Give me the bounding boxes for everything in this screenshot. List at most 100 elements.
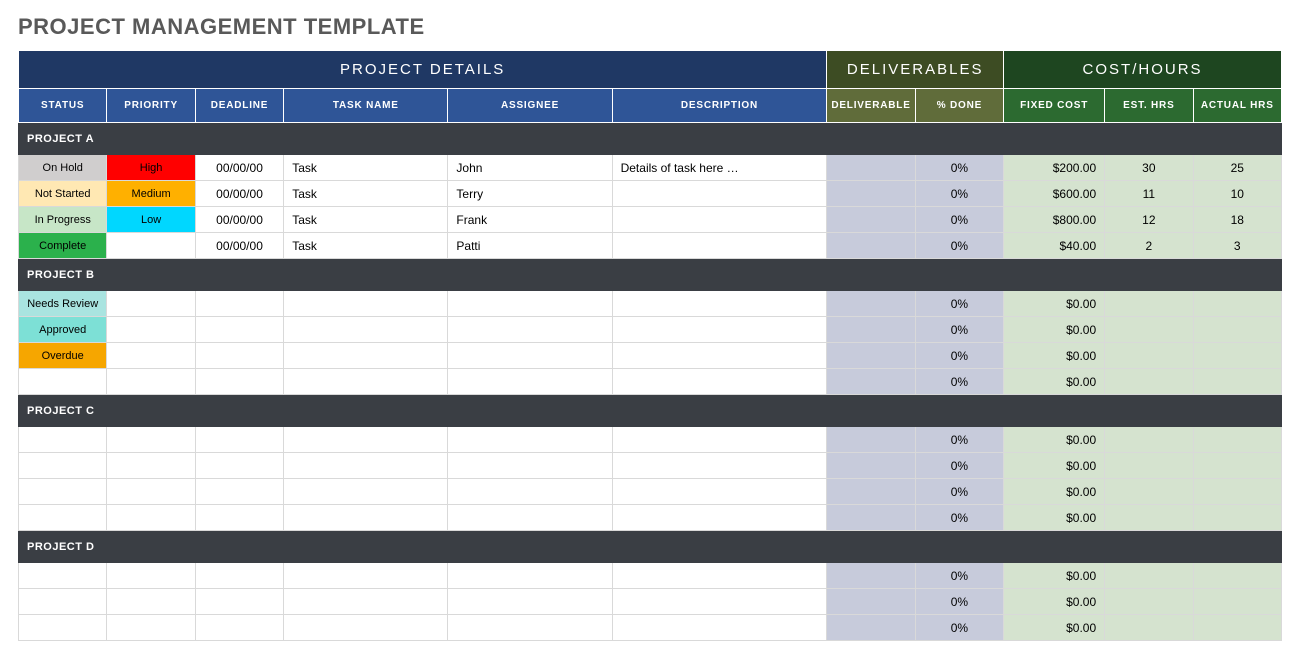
assignee-cell[interactable]	[448, 343, 612, 369]
assignee-cell[interactable]: John	[448, 155, 612, 181]
desc-cell[interactable]	[612, 181, 827, 207]
act-hrs-cell[interactable]	[1193, 563, 1281, 589]
deliverable-cell[interactable]	[827, 369, 915, 395]
done-cell[interactable]: 0%	[915, 343, 1003, 369]
desc-cell[interactable]	[612, 369, 827, 395]
cost-cell[interactable]: $0.00	[1004, 291, 1105, 317]
prio-cell[interactable]	[107, 233, 195, 259]
prio-cell[interactable]	[107, 291, 195, 317]
desc-cell[interactable]	[612, 615, 827, 641]
prio-cell[interactable]	[107, 317, 195, 343]
desc-cell[interactable]	[612, 291, 827, 317]
status-cell[interactable]	[19, 505, 107, 531]
cost-cell[interactable]: $600.00	[1004, 181, 1105, 207]
status-cell[interactable]	[19, 369, 107, 395]
done-cell[interactable]: 0%	[915, 505, 1003, 531]
est-hrs-cell[interactable]	[1105, 563, 1193, 589]
assignee-cell[interactable]	[448, 317, 612, 343]
desc-cell[interactable]	[612, 453, 827, 479]
deliverable-cell[interactable]	[827, 589, 915, 615]
desc-cell[interactable]	[612, 427, 827, 453]
assignee-cell[interactable]: Terry	[448, 181, 612, 207]
prio-cell[interactable]	[107, 427, 195, 453]
prio-cell[interactable]: High	[107, 155, 195, 181]
act-hrs-cell[interactable]	[1193, 291, 1281, 317]
cost-cell[interactable]: $200.00	[1004, 155, 1105, 181]
est-hrs-cell[interactable]: 30	[1105, 155, 1193, 181]
cost-cell[interactable]: $800.00	[1004, 207, 1105, 233]
deliverable-cell[interactable]	[827, 343, 915, 369]
est-hrs-cell[interactable]	[1105, 589, 1193, 615]
est-hrs-cell[interactable]	[1105, 317, 1193, 343]
assignee-cell[interactable]	[448, 453, 612, 479]
assignee-cell[interactable]	[448, 505, 612, 531]
est-hrs-cell[interactable]: 12	[1105, 207, 1193, 233]
task-cell[interactable]	[284, 453, 448, 479]
done-cell[interactable]: 0%	[915, 589, 1003, 615]
task-cell[interactable]	[284, 343, 448, 369]
task-cell[interactable]: Task	[284, 181, 448, 207]
task-cell[interactable]	[284, 589, 448, 615]
deliverable-cell[interactable]	[827, 505, 915, 531]
act-hrs-cell[interactable]	[1193, 479, 1281, 505]
prio-cell[interactable]	[107, 563, 195, 589]
est-hrs-cell[interactable]	[1105, 453, 1193, 479]
prio-cell[interactable]	[107, 479, 195, 505]
task-cell[interactable]	[284, 291, 448, 317]
status-cell[interactable]	[19, 589, 107, 615]
done-cell[interactable]: 0%	[915, 615, 1003, 641]
prio-cell[interactable]	[107, 615, 195, 641]
cost-cell[interactable]: $0.00	[1004, 369, 1105, 395]
deadline-cell[interactable]	[195, 479, 283, 505]
done-cell[interactable]: 0%	[915, 453, 1003, 479]
done-cell[interactable]: 0%	[915, 207, 1003, 233]
status-cell[interactable]: Overdue	[19, 343, 107, 369]
desc-cell[interactable]	[612, 563, 827, 589]
prio-cell[interactable]	[107, 369, 195, 395]
status-cell[interactable]: Approved	[19, 317, 107, 343]
deliverable-cell[interactable]	[827, 155, 915, 181]
desc-cell[interactable]	[612, 233, 827, 259]
est-hrs-cell[interactable]	[1105, 615, 1193, 641]
task-cell[interactable]	[284, 563, 448, 589]
deliverable-cell[interactable]	[827, 427, 915, 453]
est-hrs-cell[interactable]	[1105, 505, 1193, 531]
status-cell[interactable]	[19, 615, 107, 641]
assignee-cell[interactable]	[448, 615, 612, 641]
task-cell[interactable]: Task	[284, 207, 448, 233]
deliverable-cell[interactable]	[827, 207, 915, 233]
done-cell[interactable]: 0%	[915, 427, 1003, 453]
deadline-cell[interactable]	[195, 453, 283, 479]
cost-cell[interactable]: $0.00	[1004, 615, 1105, 641]
deadline-cell[interactable]	[195, 317, 283, 343]
status-cell[interactable]: On Hold	[19, 155, 107, 181]
task-cell[interactable]	[284, 317, 448, 343]
deadline-cell[interactable]	[195, 505, 283, 531]
assignee-cell[interactable]	[448, 563, 612, 589]
act-hrs-cell[interactable]	[1193, 427, 1281, 453]
desc-cell[interactable]: Details of task here …	[612, 155, 827, 181]
status-cell[interactable]	[19, 427, 107, 453]
status-cell[interactable]: Not Started	[19, 181, 107, 207]
act-hrs-cell[interactable]: 18	[1193, 207, 1281, 233]
desc-cell[interactable]	[612, 343, 827, 369]
task-cell[interactable]	[284, 615, 448, 641]
assignee-cell[interactable]	[448, 479, 612, 505]
assignee-cell[interactable]: Patti	[448, 233, 612, 259]
deadline-cell[interactable]	[195, 615, 283, 641]
cost-cell[interactable]: $0.00	[1004, 479, 1105, 505]
est-hrs-cell[interactable]	[1105, 427, 1193, 453]
status-cell[interactable]: Complete	[19, 233, 107, 259]
task-cell[interactable]: Task	[284, 155, 448, 181]
deliverable-cell[interactable]	[827, 291, 915, 317]
done-cell[interactable]: 0%	[915, 563, 1003, 589]
done-cell[interactable]: 0%	[915, 233, 1003, 259]
desc-cell[interactable]	[612, 317, 827, 343]
prio-cell[interactable]: Medium	[107, 181, 195, 207]
desc-cell[interactable]	[612, 207, 827, 233]
deadline-cell[interactable]	[195, 563, 283, 589]
cost-cell[interactable]: $40.00	[1004, 233, 1105, 259]
task-cell[interactable]	[284, 479, 448, 505]
act-hrs-cell[interactable]	[1193, 615, 1281, 641]
est-hrs-cell[interactable]	[1105, 369, 1193, 395]
